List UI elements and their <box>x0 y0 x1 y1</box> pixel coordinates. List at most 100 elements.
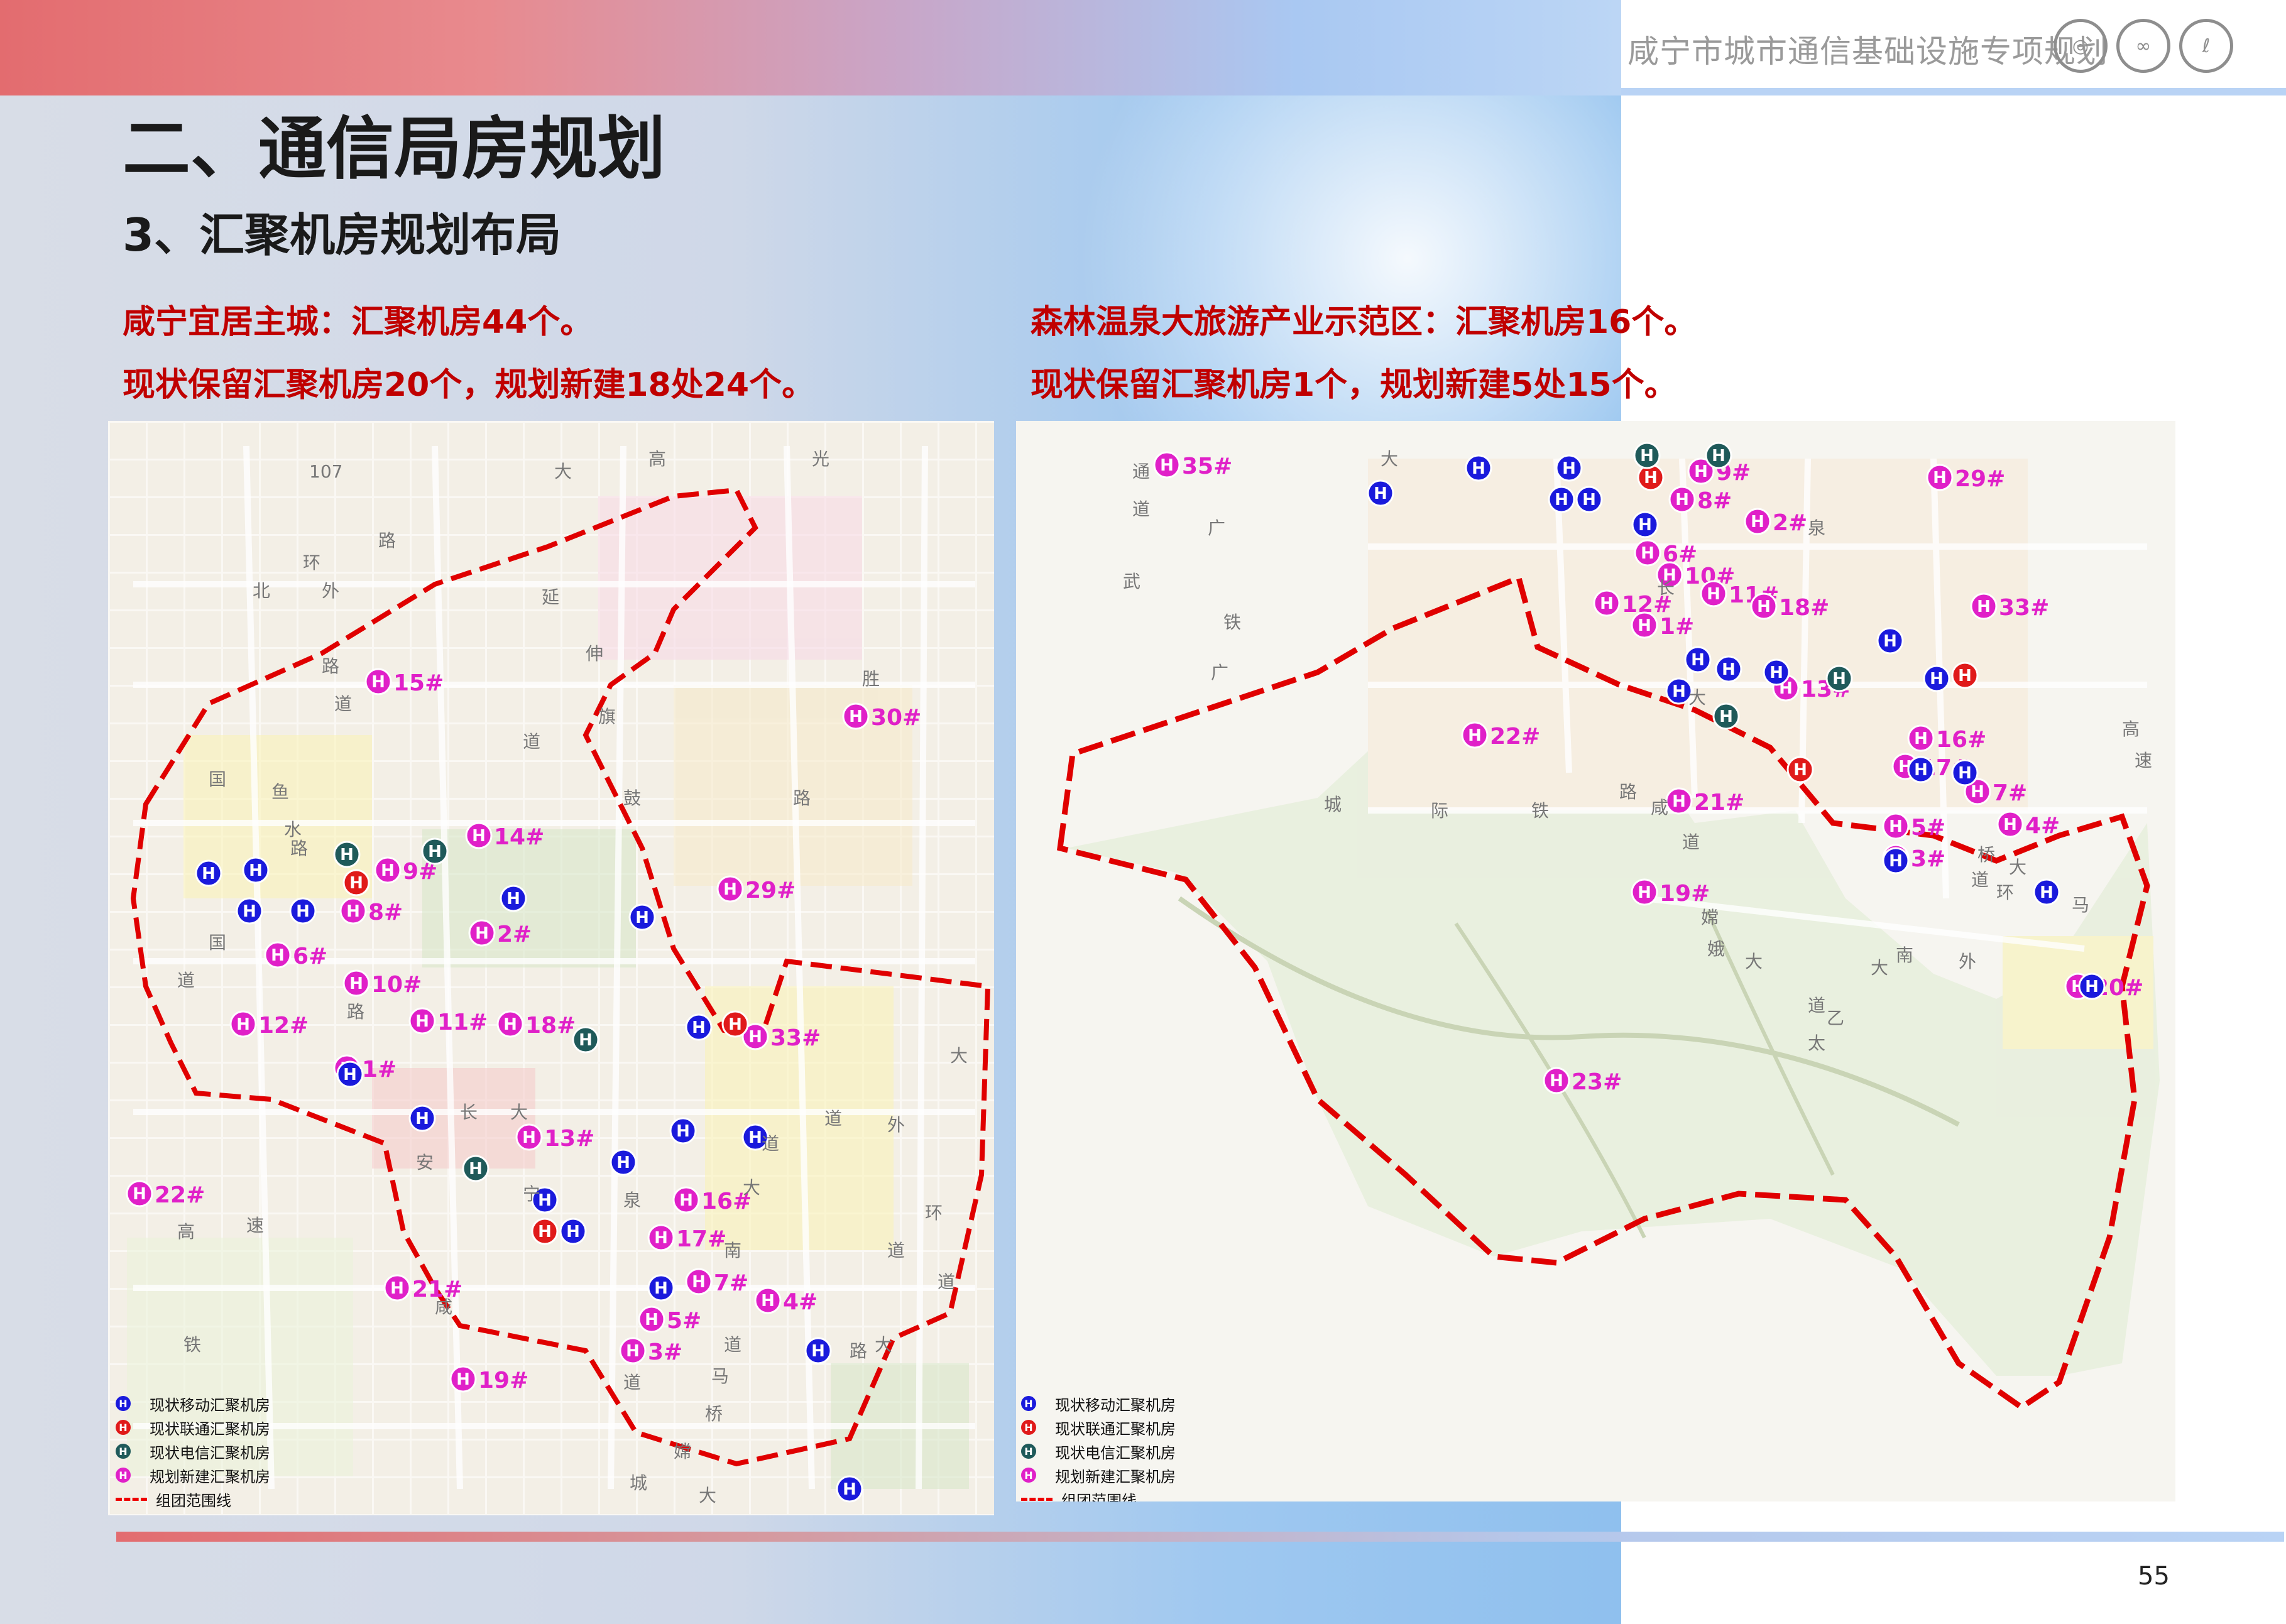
right-unicom-site-0-glyph: H <box>1644 469 1658 488</box>
right-mobile-site-3[interactable]: H <box>1548 486 1575 513</box>
left-unicom-site-0[interactable]: H <box>342 869 370 896</box>
right-mobile-site-12[interactable]: H <box>1907 756 1935 783</box>
left-planned-site-30[interactable]: H 30# <box>842 702 921 731</box>
left-planned-site-19[interactable]: H 19# <box>449 1365 528 1393</box>
left-planned-site-3[interactable]: H 3# <box>619 1337 682 1365</box>
right-planned-site-7[interactable]: H 7# <box>1964 778 2027 806</box>
right-mobile-site-10-glyph: H <box>1883 632 1897 651</box>
left-planned-site-29[interactable]: H 29# <box>716 875 796 903</box>
right-planned-site-21[interactable]: H 21# <box>1665 787 1744 815</box>
right-mobile-site-9[interactable]: H <box>1763 658 1790 686</box>
left-mobile-site-7[interactable]: H <box>408 1104 436 1132</box>
road-label-28: 高 <box>2122 719 2140 739</box>
left-mobile-site-2[interactable]: H <box>236 897 263 925</box>
right-planned-site-33[interactable]: H 33# <box>1970 592 2049 621</box>
left-planned-site-21-glyph: H <box>390 1279 404 1298</box>
left-planned-site-17[interactable]: H 17# <box>647 1224 726 1252</box>
right-planned-site-29[interactable]: H 29# <box>1926 464 2005 492</box>
right-mobile-site-16-glyph: H <box>2085 978 2099 996</box>
left-mobile-site-14[interactable]: H <box>647 1274 675 1302</box>
left-planned-site-12[interactable]: H 12# <box>229 1010 309 1038</box>
right-planned-site-12-glyph: H <box>1600 594 1614 613</box>
left-planned-site-11[interactable]: H 11# <box>408 1007 488 1035</box>
left-mobile-site-0[interactable]: H <box>195 859 222 887</box>
right-planned-site-16[interactable]: H 16# <box>1907 724 1986 753</box>
road-label-7: 城 <box>1324 794 1342 815</box>
left-mobile-site-15[interactable]: H <box>804 1337 832 1365</box>
left-planned-site-2[interactable]: H 2# <box>468 919 532 947</box>
road-label-6: 广 <box>1211 662 1228 683</box>
right-planned-site-5[interactable]: H 5# <box>1882 812 1945 841</box>
right-telecom-site-2[interactable]: H <box>1712 702 1740 730</box>
right-mobile-site-5[interactable]: H <box>1631 511 1659 538</box>
right-planned-site-35[interactable]: H 35# <box>1153 451 1232 479</box>
left-planned-site-5[interactable]: H 5# <box>638 1305 701 1334</box>
left-mobile-site-3[interactable]: H <box>289 897 317 925</box>
left-planned-site-6[interactable]: H 6# <box>264 941 327 969</box>
right-mobile-site-11[interactable]: H <box>1923 665 1950 692</box>
right-telecom-site-0[interactable]: H <box>1633 442 1661 469</box>
left-planned-site-13[interactable]: H 13# <box>515 1123 594 1152</box>
right-planned-site-23[interactable]: H 23# <box>1543 1067 1622 1095</box>
left-planned-site-16[interactable]: H 16# <box>672 1186 752 1214</box>
right-mobile-site-13[interactable]: H <box>1951 759 1979 787</box>
left-telecom-site-1[interactable]: H <box>421 837 449 865</box>
left-planned-site-8[interactable]: H 8# <box>339 897 403 925</box>
left-planned-site-15[interactable]: H 15# <box>364 668 444 696</box>
left-telecom-site-2[interactable]: H <box>572 1026 599 1054</box>
left-planned-site-33[interactable]: H 33# <box>741 1023 821 1051</box>
left-mobile-site-11[interactable]: H <box>610 1148 637 1176</box>
left-planned-site-18[interactable]: H 18# <box>496 1010 576 1038</box>
left-mobile-site-1[interactable]: H <box>242 856 270 884</box>
left-mobile-site-4[interactable]: H <box>500 885 527 912</box>
right-mobile-site-7[interactable]: H <box>1665 677 1693 705</box>
road-label-1: 大 <box>554 461 572 482</box>
left-planned-site-10[interactable]: H 10# <box>342 969 422 998</box>
right-planned-site-4[interactable]: H 4# <box>1996 810 2060 839</box>
right-telecom-site-1[interactable]: H <box>1705 442 1732 469</box>
left-map[interactable]: H 15# H 30# H 14# H 9# H 8# H 2# H 29# H 6# H 10# H 11# H 18#… <box>108 421 994 1515</box>
right-planned-site-8[interactable]: H 8# <box>1668 486 1732 514</box>
right-planned-site-2[interactable]: H 2# <box>1744 508 1807 536</box>
right-planned-site-8-glyph: H <box>1675 491 1689 510</box>
left-mobile-site-16[interactable]: H <box>836 1475 863 1503</box>
right-planned-site-18[interactable]: H 18# <box>1750 592 1829 621</box>
left-planned-site-2-label: 2# <box>497 922 532 947</box>
left-mobile-site-9[interactable]: H <box>669 1117 697 1145</box>
right-mobile-site-15[interactable]: H <box>2033 878 2060 906</box>
left-mobile-site-6[interactable]: H <box>336 1060 364 1088</box>
right-mobile-site-6[interactable]: H <box>1684 646 1712 673</box>
right-mobile-site-14[interactable]: H <box>1882 847 1910 875</box>
right-mobile-site-1[interactable]: H <box>1367 479 1394 507</box>
right-planned-site-22[interactable]: H 22# <box>1461 721 1540 749</box>
road-label-10: 水 <box>284 819 302 840</box>
left-planned-site-15-label: 15# <box>393 670 444 696</box>
right-planned-site-1[interactable]: H 1# <box>1631 611 1694 640</box>
right-mobile-site-16[interactable]: H <box>2078 973 2106 1000</box>
right-unicom-site-0[interactable]: H <box>1637 464 1665 491</box>
left-unicom-site-2[interactable]: H <box>721 1010 749 1038</box>
right-unicom-site-2[interactable]: H <box>1786 756 1814 783</box>
left-planned-site-4[interactable]: H 4# <box>754 1287 818 1315</box>
right-mobile-site-8[interactable]: H <box>1715 655 1742 683</box>
left-mobile-site-5[interactable]: H <box>628 903 656 931</box>
right-mobile-site-0[interactable]: H <box>1465 454 1492 482</box>
right-telecom-site-3[interactable]: H <box>1825 665 1853 692</box>
left-planned-site-22[interactable]: H 22# <box>126 1180 205 1208</box>
right-map[interactable]: H 35# H 9# H 8# H 29# H 2# H 6# H 10# H 11# H 12# H 1# H 18# H… <box>1016 421 2175 1501</box>
left-telecom-site-3[interactable]: H <box>462 1155 489 1182</box>
right-mobile-site-4[interactable]: H <box>1575 486 1603 513</box>
left-planned-site-7[interactable]: H 7# <box>685 1268 748 1296</box>
right-planned-site-19[interactable]: H 19# <box>1631 878 1710 907</box>
left-planned-site-7-label: 7# <box>714 1270 748 1296</box>
left-telecom-site-0[interactable]: H <box>333 841 361 868</box>
left-planned-site-19-label: 19# <box>478 1368 528 1393</box>
left-mobile-site-5-glyph: H <box>635 908 649 927</box>
right-mobile-site-2[interactable]: H <box>1555 454 1583 482</box>
left-mobile-site-13[interactable]: H <box>559 1218 587 1245</box>
left-planned-site-14[interactable]: H 14# <box>465 822 544 850</box>
right-mobile-site-10[interactable]: H <box>1876 627 1904 655</box>
right-unicom-site-1[interactable]: H <box>1951 662 1979 689</box>
left-mobile-site-8[interactable]: H <box>685 1013 713 1041</box>
left-unicom-site-1[interactable]: H <box>531 1218 559 1245</box>
